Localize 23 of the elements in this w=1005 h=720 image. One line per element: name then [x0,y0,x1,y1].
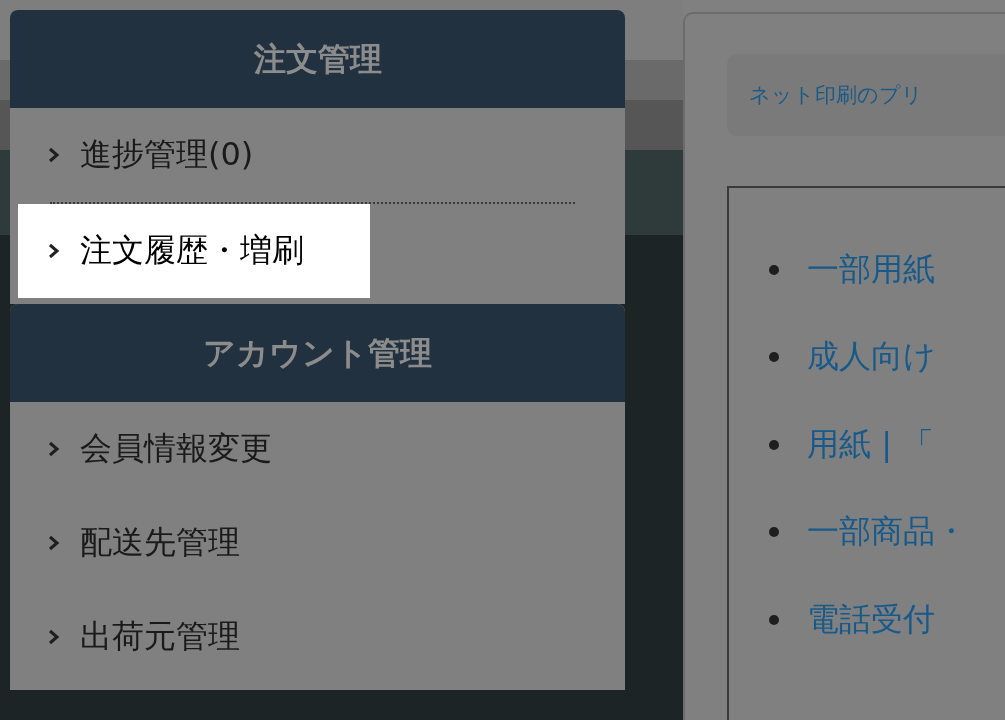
chevron-icon [48,441,60,457]
bullet-icon [769,614,779,625]
sidebar-item[interactable]: 配送先管理 [10,496,625,590]
bullet-icon [769,439,779,450]
section-header: 注文管理 [10,10,625,108]
chevron-icon [48,243,60,259]
news-link[interactable]: 成人向け [807,335,936,380]
news-link[interactable]: 電話受付 [807,597,935,642]
news-link[interactable]: 一部商品・ [807,510,967,555]
bullet-icon [769,527,779,538]
chevron-icon [48,535,60,551]
sidebar-item[interactable]: 進捗管理(0) [10,108,625,202]
sidebar-item[interactable]: 会員情報変更 [10,402,625,496]
section-header: アカウント管理 [10,304,625,402]
notice-link[interactable]: ネット印刷のプリ [727,54,1005,136]
chevron-icon [48,147,60,163]
sidebar-item[interactable]: 注文履歴・増刷 [18,204,370,298]
news-link[interactable]: 一部用紙 [807,247,935,292]
bullet-icon [769,352,779,363]
chevron-icon [48,629,60,645]
bullet-icon [769,264,779,275]
news-link[interactable]: 用紙 | 「 [807,422,935,467]
sidebar-item[interactable]: 出荷元管理 [10,590,625,684]
